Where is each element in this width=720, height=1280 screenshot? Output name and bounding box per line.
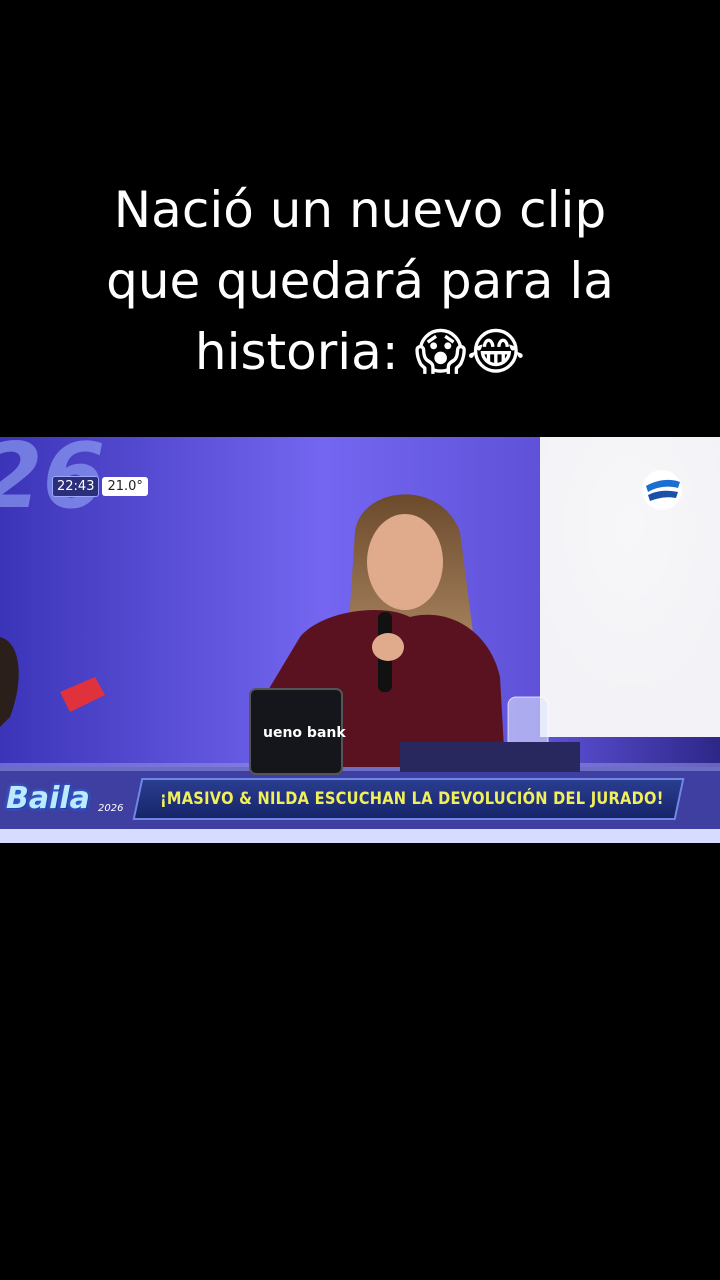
temperature: 21.0° <box>102 477 148 496</box>
clock-time: 22:43 <box>52 476 100 497</box>
video-caption: Nació un nuevo clip que quedará para la … <box>0 175 720 388</box>
caption-line-3: historia: 😱😂 <box>194 323 526 381</box>
person-face <box>367 514 443 610</box>
caption-line-2: que quedará para la <box>106 252 614 310</box>
caption-line-1: Nació un nuevo clip <box>113 181 607 239</box>
sponsor-label: ueno bank <box>263 725 346 741</box>
show-logo-year: 2026 <box>98 803 124 814</box>
broadcast-clock: 22:43 21.0° <box>52 476 148 497</box>
desk-front <box>400 742 580 772</box>
channel-logo-icon <box>642 470 682 510</box>
lower-third-text: ¡MASIVO & NILDA ESCUCHAN LA DEVOLUCIÓN D… <box>160 789 664 809</box>
